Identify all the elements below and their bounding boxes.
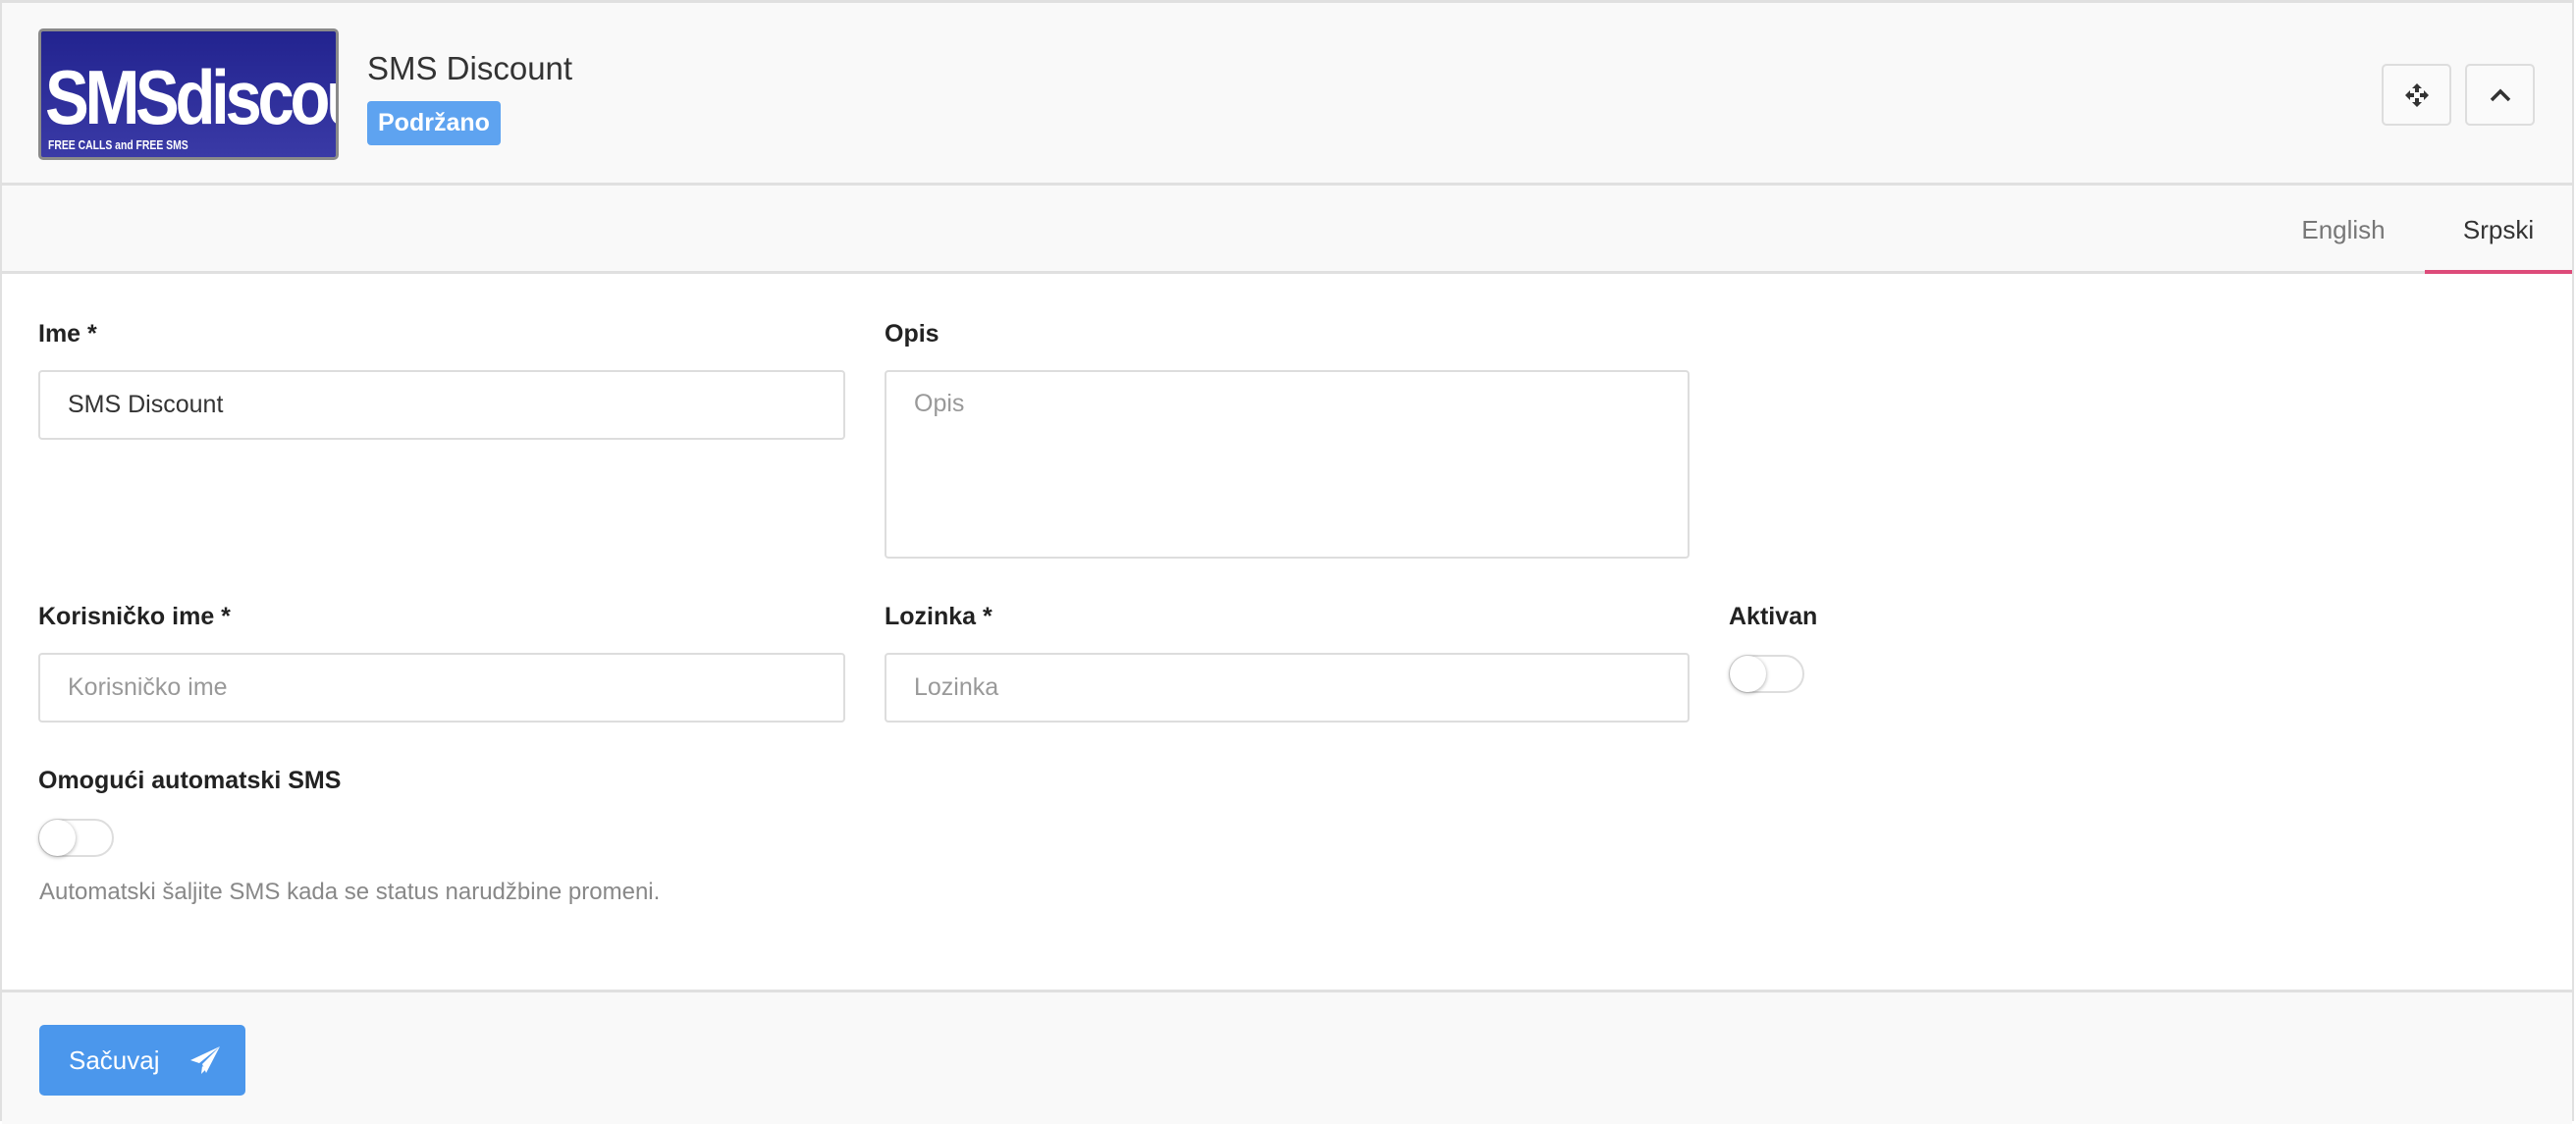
logo-tagline: FREE CALLS and FREE SMS [48,137,188,152]
status-badge: Podržano [367,101,501,145]
save-button[interactable]: Sačuvaj [39,1025,245,1096]
description-textarea[interactable]: Opis [885,370,1690,559]
name-label: Ime * [38,320,97,348]
paper-plane-icon [189,1046,220,1074]
password-label: Lozinka * [885,603,993,630]
sms-provider-card: SMSdiscount FREE CALLS and FREE SMS SMS … [0,0,2574,1124]
toggle-knob [39,820,76,856]
password-input[interactable]: Lozinka [885,653,1690,723]
card-footer: Sačuvaj [2,990,2572,1124]
arrows-move-icon [2404,82,2429,107]
tab-srpski[interactable]: Srpski [2425,186,2572,274]
toggle-knob [1730,656,1766,692]
logo-text: SMSdiscount [45,54,336,140]
provider-title: SMS Discount [367,50,573,86]
collapse-button[interactable] [2465,64,2535,126]
auto-sms-help: Automatski šaljite SMS kada se status na… [39,879,661,905]
auto-sms-label: Omogući automatski SMS [38,767,342,794]
username-input[interactable]: Korisničko ime [38,653,845,723]
username-label: Korisničko ime * [38,603,231,630]
save-label: Sačuvaj [69,1045,160,1075]
tab-english[interactable]: English [2270,186,2417,274]
chevron-up-icon [2490,88,2510,101]
active-label: Aktivan [1729,603,1818,630]
provider-logo: SMSdiscount FREE CALLS and FREE SMS [38,28,339,160]
auto-sms-toggle[interactable] [38,819,114,857]
name-input[interactable]: SMS Discount [38,370,845,440]
active-toggle[interactable] [1729,655,1804,693]
description-label: Opis [885,320,939,348]
card-header: SMSdiscount FREE CALLS and FREE SMS SMS … [2,3,2572,186]
move-button[interactable] [2382,64,2451,126]
language-tabs: English Srpski [2,186,2572,274]
